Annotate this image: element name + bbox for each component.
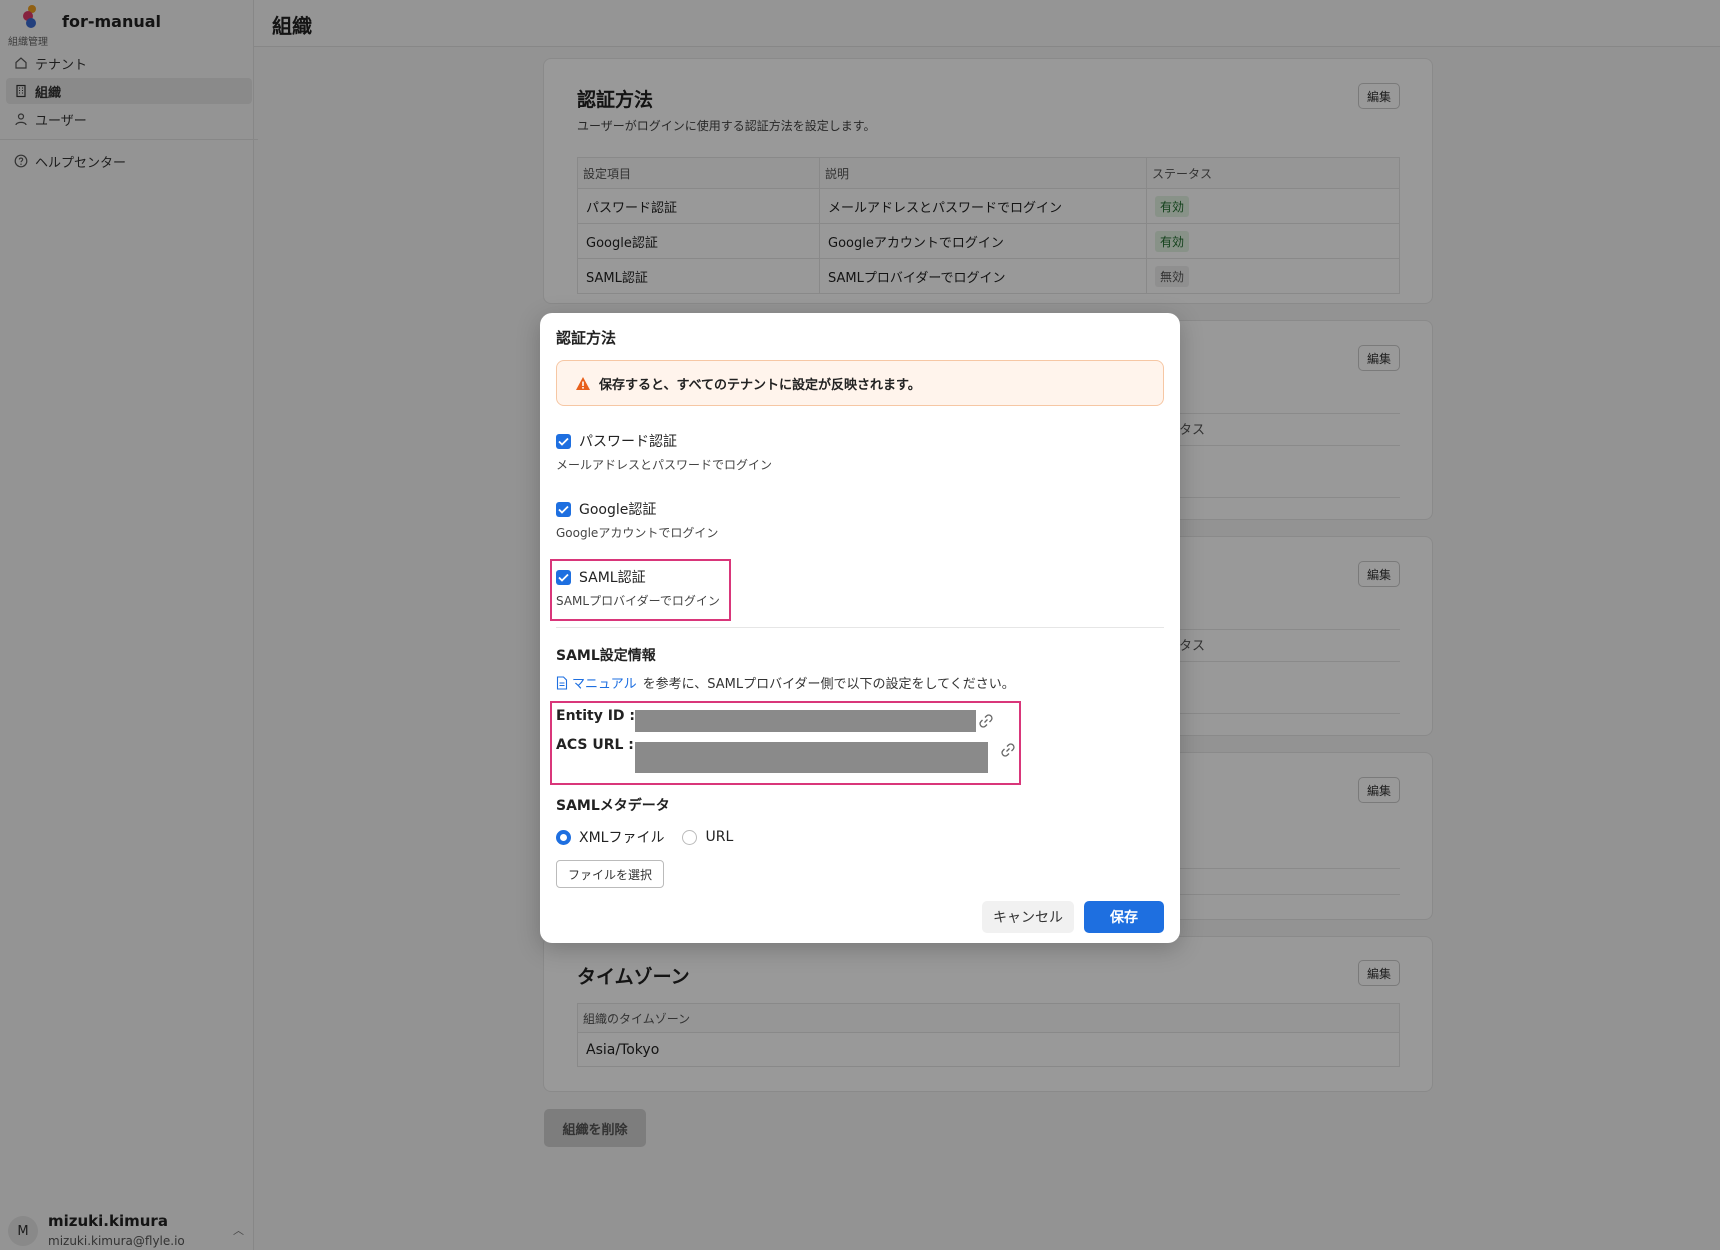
warning-banner: 保存すると、すべてのテナントに設定が反映されます。 <box>556 360 1164 406</box>
google-auth-option[interactable]: Google認証 <box>556 499 656 519</box>
warning-text: 保存すると、すべてのテナントに設定が反映されます。 <box>599 377 921 393</box>
manual-link[interactable]: マニュアル <box>572 673 637 692</box>
save-button[interactable]: 保存 <box>1084 901 1164 933</box>
warning-icon <box>576 376 590 390</box>
xml-file-radio[interactable] <box>556 829 571 845</box>
option-label: Google認証 <box>579 502 657 518</box>
password-auth-checkbox[interactable] <box>556 433 571 449</box>
option-label: パスワード認証 <box>579 434 677 450</box>
metadata-source-options: XMLファイル URL <box>556 827 733 847</box>
check-icon <box>558 505 569 514</box>
option-description: Googleアカウントでログイン <box>556 526 719 540</box>
saml-metadata-title: SAMLメタデータ <box>556 798 670 814</box>
highlight-annotation <box>550 701 1021 785</box>
auth-method-dialog: 認証方法 保存すると、すべてのテナントに設定が反映されます。 パスワード認証 メ… <box>540 313 1180 943</box>
password-auth-option[interactable]: パスワード認証 <box>556 431 677 451</box>
radio-label: URL <box>705 829 734 845</box>
google-auth-checkbox[interactable] <box>556 501 571 517</box>
manual-instruction: を参考に、SAMLプロバイダー側で以下の設定をしてください。 <box>642 677 1015 692</box>
divider <box>556 627 1164 628</box>
option-description: メールアドレスとパスワードでログイン <box>556 458 773 472</box>
dialog-title: 認証方法 <box>556 329 617 347</box>
saml-info-title: SAML設定情報 <box>556 648 656 664</box>
cancel-button[interactable]: キャンセル <box>982 901 1074 933</box>
choose-file-button[interactable]: ファイルを選択 <box>556 860 664 888</box>
manual-guidance: マニュアル を参考に、SAMLプロバイダー側で以下の設定をしてください。 <box>556 673 1015 692</box>
url-radio[interactable] <box>682 829 698 845</box>
document-icon <box>556 675 568 690</box>
check-icon <box>558 437 569 446</box>
radio-label: XMLファイル <box>579 830 665 846</box>
highlight-annotation <box>550 559 731 621</box>
